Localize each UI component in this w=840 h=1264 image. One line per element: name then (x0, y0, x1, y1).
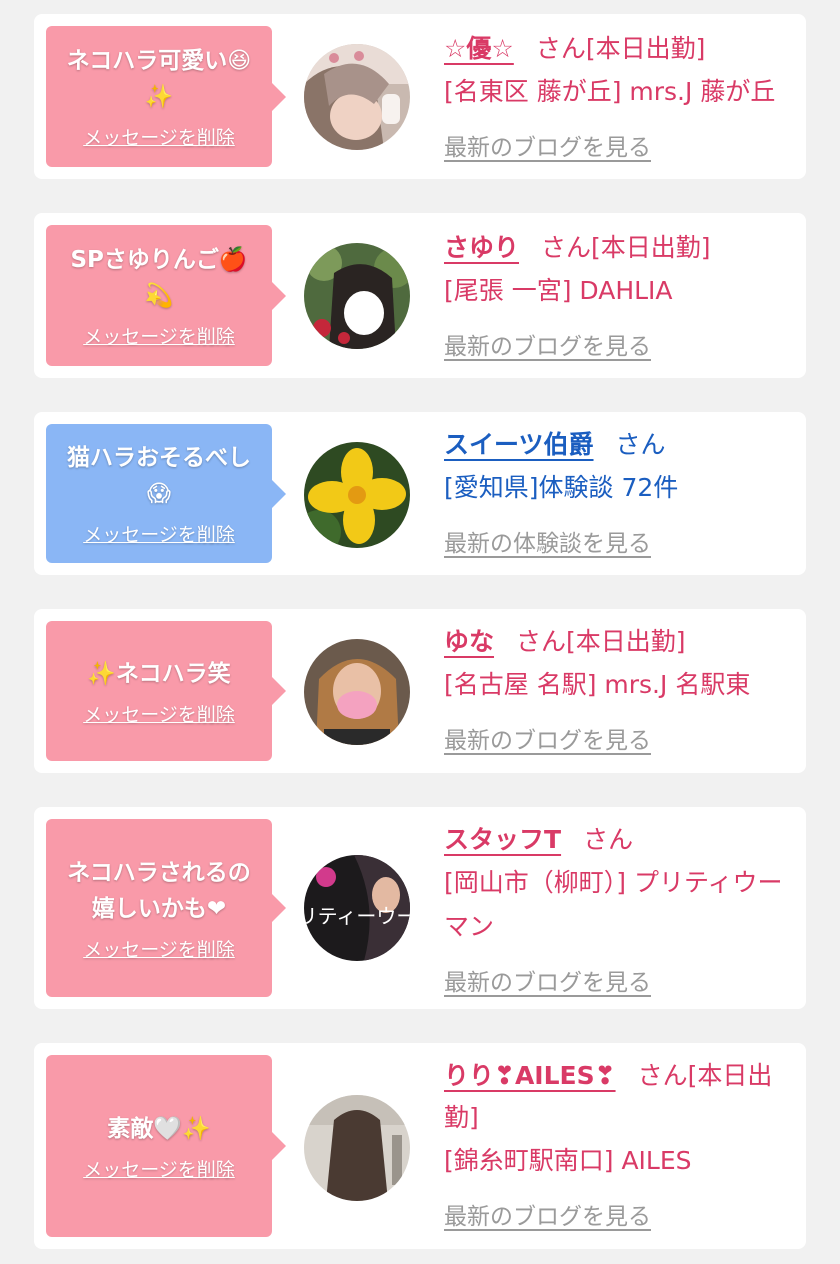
cast-status: さん (583, 825, 634, 854)
reviewer-suffix: さん (615, 430, 666, 459)
cast-name-link[interactable]: さゆり (444, 233, 519, 262)
shop-info: [尾張 一宮] DAHLIA (444, 276, 673, 305)
avatar[interactable] (304, 442, 410, 548)
delete-message-button[interactable]: メッセージを削除 (83, 1155, 235, 1182)
cast-name-link[interactable]: ゆな (444, 627, 494, 656)
message-text: SPさゆりんご🍎 💫 (70, 247, 248, 309)
cast-info: りり❣AILES❣ さん[本日出勤] [錦糸町駅南口] AILES 最新のブログを… (444, 1055, 796, 1231)
avatar-logo-text: プリティーウーマ (304, 904, 410, 928)
message-bubble: ネコハラされるの 嬉しいかも❤ メッセージを削除 (46, 819, 286, 997)
delete-message-button[interactable]: メッセージを削除 (83, 935, 235, 962)
cast-info: スイーツ伯爵 さん [愛知県]体験談 72件 最新の体験談を見る (444, 424, 796, 558)
message-list: ネコハラ可愛い😆 ✨ メッセージを削除 ☆優☆ さん[本日出勤] [名東区 藤が丘… (0, 0, 840, 1264)
message-text: ✨ネコハラ笑 (87, 660, 231, 687)
latest-review-link[interactable]: 最新の体験談を見る (444, 524, 651, 558)
review-count: [愛知県]体験談 72件 (444, 473, 679, 502)
delete-message-button[interactable]: メッセージを削除 (83, 700, 235, 727)
delete-message-button[interactable]: メッセージを削除 (83, 520, 235, 547)
delete-message-button[interactable]: メッセージを削除 (83, 123, 235, 150)
cast-info: さゆり さん[本日出勤] [尾張 一宮] DAHLIA 最新のブログを見る (444, 227, 796, 361)
cast-name-link[interactable]: りり❣AILES❣ (444, 1061, 616, 1090)
list-item: ✨ネコハラ笑 メッセージを削除 ゆな さん[本日出勤] [名古屋 名駅] mrs.… (34, 609, 806, 773)
latest-blog-link[interactable]: 最新のブログを見る (444, 1197, 651, 1231)
avatar[interactable] (304, 44, 410, 150)
shop-info: [錦糸町駅南口] AILES (444, 1146, 692, 1175)
cast-info: スタッフT さん [岡山市（柳町）] プリティウーマン 最新のブログを見る (444, 819, 796, 997)
latest-blog-link[interactable]: 最新のブログを見る (444, 721, 651, 755)
cast-status: さん[本日出勤] (535, 34, 706, 63)
avatar[interactable] (304, 1095, 410, 1201)
cast-name-link[interactable]: スタッフT (444, 825, 561, 854)
message-text: 猫ハラおそるべし 😱 (67, 445, 251, 507)
list-item: SPさゆりんご🍎 💫 メッセージを削除 さゆり さん[本日出勤] [尾張 一宮] … (34, 213, 806, 378)
latest-blog-link[interactable]: 最新のブログを見る (444, 327, 651, 361)
message-bubble: 素敵🤍✨ メッセージを削除 (46, 1055, 286, 1237)
reviewer-name-link[interactable]: スイーツ伯爵 (444, 430, 594, 459)
list-item: ネコハラ可愛い😆 ✨ メッセージを削除 ☆優☆ さん[本日出勤] [名東区 藤が丘… (34, 14, 806, 179)
latest-blog-link[interactable]: 最新のブログを見る (444, 128, 651, 162)
list-item: 猫ハラおそるべし 😱 メッセージを削除 スイーツ伯爵 さん [愛知県]体験談 72… (34, 412, 806, 575)
cast-status: さん[本日出勤] (516, 627, 686, 656)
message-bubble: 猫ハラおそるべし 😱 メッセージを削除 (46, 424, 286, 563)
list-item: 素敵🤍✨ メッセージを削除 りり❣AILES❣ さん[本日出勤] [錦糸町駅南口]… (34, 1043, 806, 1249)
message-text: ネコハラされるの 嬉しいかも❤ (67, 859, 251, 922)
list-item: ネコハラされるの 嬉しいかも❤ メッセージを削除 プリティーウーマ スタッフT さ… (34, 807, 806, 1009)
message-text: 素敵🤍✨ (107, 1115, 211, 1142)
avatar[interactable] (304, 243, 410, 349)
avatar[interactable] (304, 639, 410, 745)
message-bubble: ✨ネコハラ笑 メッセージを削除 (46, 621, 286, 761)
message-text: ネコハラ可愛い😆 ✨ (66, 48, 252, 110)
cast-status: さん[本日出勤] (541, 233, 711, 262)
cast-info: ☆優☆ さん[本日出勤] [名東区 藤が丘] mrs.J 藤が丘 最新のブログを見… (444, 28, 796, 162)
shop-info: [岡山市（柳町）] プリティウーマン (444, 868, 783, 941)
avatar[interactable]: プリティーウーマ (304, 855, 410, 961)
cast-info: ゆな さん[本日出勤] [名古屋 名駅] mrs.J 名駅東 最新のブログを見る (444, 621, 796, 755)
message-bubble: SPさゆりんご🍎 💫 メッセージを削除 (46, 225, 286, 366)
cast-name-link[interactable]: ☆優☆ (444, 34, 514, 63)
delete-message-button[interactable]: メッセージを削除 (83, 322, 235, 349)
latest-blog-link[interactable]: 最新のブログを見る (444, 963, 651, 997)
message-bubble: ネコハラ可愛い😆 ✨ メッセージを削除 (46, 26, 286, 167)
shop-info: [名東区 藤が丘] mrs.J 藤が丘 (444, 77, 776, 106)
shop-info: [名古屋 名駅] mrs.J 名駅東 (444, 670, 751, 699)
